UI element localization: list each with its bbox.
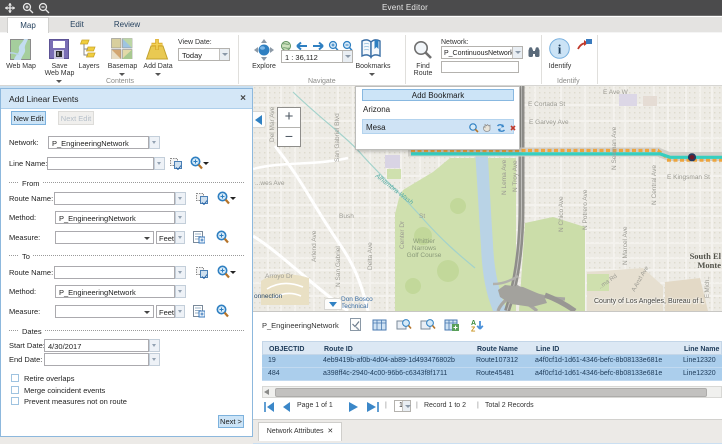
svg-text:Z: Z [471, 327, 476, 333]
svg-text:i: i [558, 42, 562, 57]
